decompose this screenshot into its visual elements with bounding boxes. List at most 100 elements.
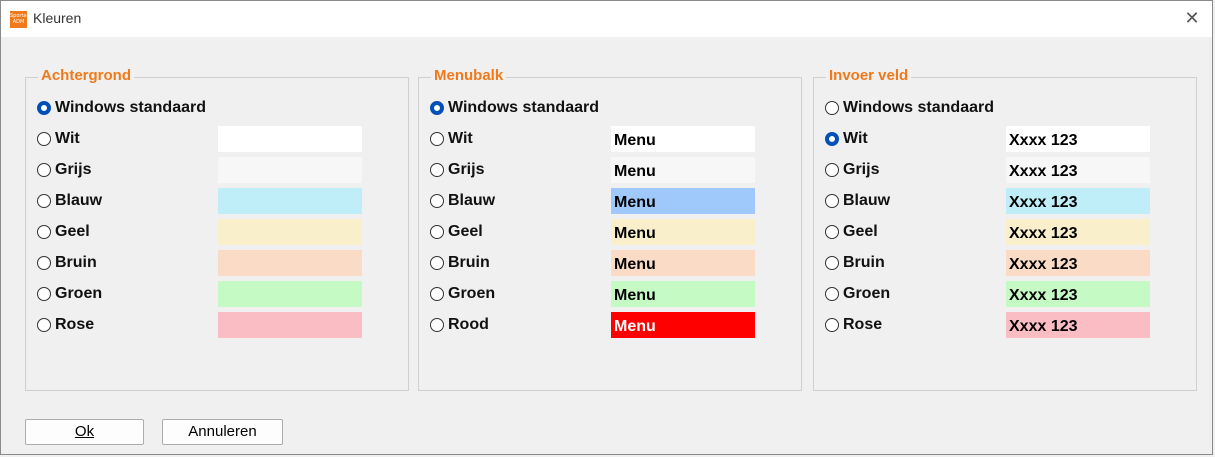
radio-option-bruin[interactable]: Bruin	[37, 252, 97, 274]
color-preview-swatch	[218, 312, 362, 338]
radio-label: Rose	[55, 316, 95, 333]
kleuren-dialog: Sportadm ADM Kleuren ✕ Achtergrond Window…	[0, 0, 1213, 455]
color-preview-swatch: Xxxx 123	[1006, 250, 1150, 276]
group-title: Achtergrond	[38, 67, 134, 84]
color-preview-swatch	[218, 188, 362, 214]
radio-unchecked-icon[interactable]	[825, 194, 839, 208]
radio-unchecked-icon[interactable]	[430, 163, 444, 177]
radio-option-geel[interactable]: Geel	[37, 221, 90, 243]
radio-unchecked-icon[interactable]	[825, 163, 839, 177]
color-preview-swatch: Menu	[611, 219, 755, 245]
radio-option-windows-standaard[interactable]: Windows standaard	[37, 97, 206, 119]
radio-label: Rood	[448, 316, 489, 333]
radio-label: Bruin	[448, 254, 490, 271]
radio-unchecked-icon[interactable]	[825, 101, 839, 115]
color-preview-swatch	[218, 219, 362, 245]
radio-label: Wit	[448, 130, 473, 147]
color-preview-swatch	[218, 157, 362, 183]
radio-unchecked-icon[interactable]	[37, 132, 51, 146]
group-title: Invoer veld	[826, 67, 912, 84]
title-bar: Sportadm ADM Kleuren ✕	[1, 1, 1212, 37]
radio-label: Geel	[448, 223, 483, 240]
cancel-button[interactable]: Annuleren	[162, 419, 283, 445]
radio-option-wit[interactable]: Wit	[37, 128, 80, 150]
radio-option-bruin[interactable]: Bruin	[825, 252, 885, 274]
close-icon[interactable]: ✕	[1180, 6, 1204, 30]
radio-label: Bruin	[843, 254, 885, 271]
radio-label: Blauw	[843, 192, 891, 209]
radio-option-rose[interactable]: Rose	[825, 314, 882, 336]
radio-checked-icon[interactable]	[825, 132, 839, 146]
radio-label: Wit	[843, 130, 868, 147]
radio-label: Geel	[55, 223, 90, 240]
radio-label: Windows standaard	[448, 99, 599, 116]
radio-option-wit[interactable]: Wit	[430, 128, 473, 150]
radio-label: Geel	[843, 223, 878, 240]
color-preview-swatch: Menu	[611, 281, 755, 307]
color-preview-swatch: Xxxx 123	[1006, 281, 1150, 307]
radio-option-blauw[interactable]: Blauw	[37, 190, 102, 212]
group-menubalk: Menubalk Windows standaard Wit Menu Grijs Men…	[418, 67, 802, 391]
radio-option-geel[interactable]: Geel	[825, 221, 878, 243]
color-preview-swatch	[218, 250, 362, 276]
radio-unchecked-icon[interactable]	[430, 318, 444, 332]
radio-unchecked-icon[interactable]	[37, 287, 51, 301]
color-preview-swatch: Xxxx 123	[1006, 312, 1150, 338]
radio-label: Windows standaard	[843, 99, 994, 116]
color-preview-swatch	[218, 281, 362, 307]
radio-unchecked-icon[interactable]	[430, 225, 444, 239]
radio-option-groen[interactable]: Groen	[37, 283, 102, 305]
radio-unchecked-icon[interactable]	[825, 225, 839, 239]
radio-label: Blauw	[55, 192, 103, 209]
radio-unchecked-icon[interactable]	[430, 132, 444, 146]
color-preview-swatch: Menu	[611, 312, 755, 338]
app-icon: Sportadm ADM	[10, 11, 27, 28]
radio-option-bruin[interactable]: Bruin	[430, 252, 490, 274]
color-preview-swatch: Menu	[611, 188, 755, 214]
color-preview-swatch: Xxxx 123	[1006, 126, 1150, 152]
radio-label: Groen	[55, 285, 103, 302]
color-preview-swatch: Menu	[611, 157, 755, 183]
radio-option-grijs[interactable]: Grijs	[825, 159, 879, 181]
radio-unchecked-icon[interactable]	[37, 225, 51, 239]
radio-checked-icon[interactable]	[37, 101, 51, 115]
radio-unchecked-icon[interactable]	[825, 318, 839, 332]
radio-option-rood[interactable]: Rood	[430, 314, 489, 336]
radio-label: Grijs	[55, 161, 92, 178]
radio-option-grijs[interactable]: Grijs	[37, 159, 91, 181]
cancel-button-label: Annuleren	[188, 423, 257, 440]
ok-button-label: Ok	[74, 423, 95, 440]
radio-label: Grijs	[843, 161, 880, 178]
radio-unchecked-icon[interactable]	[430, 256, 444, 270]
radio-unchecked-icon[interactable]	[37, 163, 51, 177]
radio-option-windows-standaard[interactable]: Windows standaard	[825, 97, 994, 119]
radio-unchecked-icon[interactable]	[825, 256, 839, 270]
group-title: Menubalk	[431, 67, 507, 84]
radio-option-wit[interactable]: Wit	[825, 128, 868, 150]
radio-option-groen[interactable]: Groen	[825, 283, 890, 305]
radio-label: Wit	[55, 130, 80, 147]
color-preview-swatch: Menu	[611, 126, 755, 152]
radio-checked-icon[interactable]	[430, 101, 444, 115]
radio-option-geel[interactable]: Geel	[430, 221, 483, 243]
radio-label: Rose	[843, 316, 883, 333]
radio-option-blauw[interactable]: Blauw	[825, 190, 890, 212]
radio-option-rose[interactable]: Rose	[37, 314, 94, 336]
window-title: Kleuren	[33, 10, 82, 26]
radio-unchecked-icon[interactable]	[37, 256, 51, 270]
radio-unchecked-icon[interactable]	[430, 287, 444, 301]
radio-option-blauw[interactable]: Blauw	[430, 190, 495, 212]
radio-label: Blauw	[448, 192, 496, 209]
radio-option-windows-standaard[interactable]: Windows standaard	[430, 97, 599, 119]
radio-option-groen[interactable]: Groen	[430, 283, 495, 305]
radio-option-grijs[interactable]: Grijs	[430, 159, 484, 181]
group-achtergrond: Achtergrond Windows standaard Wit Grijs Blau…	[25, 67, 409, 391]
ok-button[interactable]: Ok	[25, 419, 144, 445]
radio-unchecked-icon[interactable]	[430, 194, 444, 208]
color-preview-swatch: Xxxx 123	[1006, 188, 1150, 214]
radio-unchecked-icon[interactable]	[37, 194, 51, 208]
radio-label: Groen	[843, 285, 891, 302]
radio-label: Bruin	[55, 254, 97, 271]
radio-unchecked-icon[interactable]	[37, 318, 51, 332]
radio-unchecked-icon[interactable]	[825, 287, 839, 301]
